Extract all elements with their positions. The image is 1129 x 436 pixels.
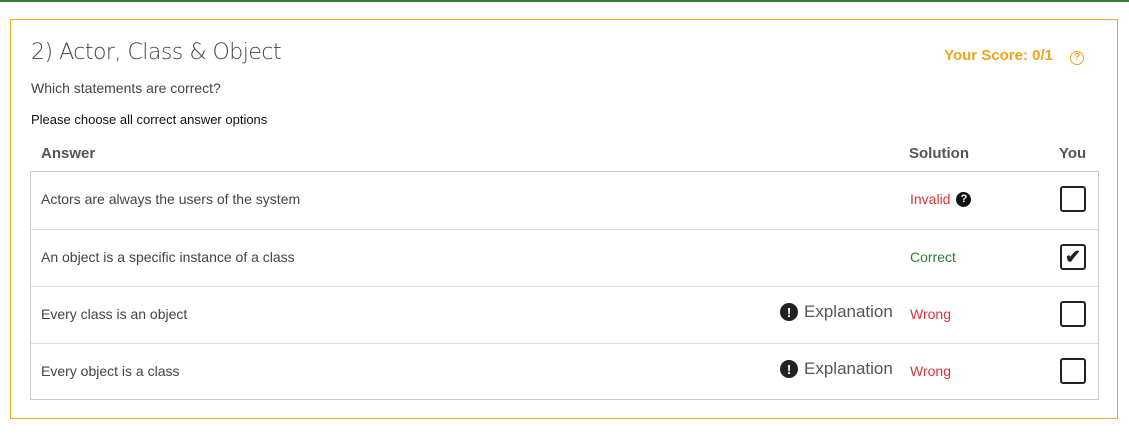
answer-row: Every class is an object ! Explanation W… xyxy=(31,286,1098,343)
solution-label: Correct xyxy=(910,249,956,265)
solution-cell: Wrong xyxy=(910,306,951,322)
answer-text: Actors are always the users of the syste… xyxy=(41,191,301,207)
column-header-you: You xyxy=(1059,145,1087,162)
answer-row: Every object is a class ! Explanation Wr… xyxy=(31,343,1098,400)
solution-cell: Wrong xyxy=(910,363,951,379)
score-label: Your Score: 0/1 xyxy=(944,47,1053,64)
answer-row: An object is a specific instance of a cl… xyxy=(31,229,1098,286)
help-icon[interactable]: ? xyxy=(1070,51,1084,65)
answer-text: An object is a specific instance of a cl… xyxy=(41,249,295,265)
answer-row: Actors are always the users of the syste… xyxy=(31,172,1098,229)
answer-table: Actors are always the users of the syste… xyxy=(30,171,1099,400)
answer-checkbox[interactable] xyxy=(1060,358,1086,384)
solution-label: Invalid xyxy=(910,191,951,207)
exclamation-icon: ! xyxy=(780,360,798,378)
checkmark-icon: ✔ xyxy=(1065,246,1081,268)
solution-label: Wrong xyxy=(910,306,951,322)
answer-instruction: Please choose all correct answer options xyxy=(31,112,268,127)
explanation-label: Explanation xyxy=(804,359,893,378)
question-mark-icon[interactable]: ? xyxy=(956,191,972,207)
answer-text: Every object is a class xyxy=(41,363,180,379)
explanation-link[interactable]: ! Explanation xyxy=(780,359,893,379)
answer-checkbox[interactable] xyxy=(1060,186,1086,212)
answer-checkbox[interactable]: ✔ xyxy=(1060,244,1086,270)
question-prompt: Which statements are correct? xyxy=(31,80,221,96)
exclamation-icon: ! xyxy=(780,303,798,321)
answer-checkbox[interactable] xyxy=(1060,301,1086,327)
explanation-link[interactable]: ! Explanation xyxy=(780,302,893,322)
explanation-label: Explanation xyxy=(804,302,893,321)
solution-cell: Correct xyxy=(910,249,956,265)
question-title: 2) Actor, Class & Object xyxy=(31,40,282,65)
column-header-answer: Answer xyxy=(41,145,96,162)
top-divider xyxy=(0,0,1129,2)
answer-text: Every class is an object xyxy=(41,306,188,322)
column-header-solution: Solution xyxy=(909,145,969,162)
solution-label: Wrong xyxy=(910,363,951,379)
solution-cell: Invalid ? xyxy=(910,191,972,207)
question-card: 2) Actor, Class & Object Your Score: 0/1… xyxy=(10,19,1118,419)
